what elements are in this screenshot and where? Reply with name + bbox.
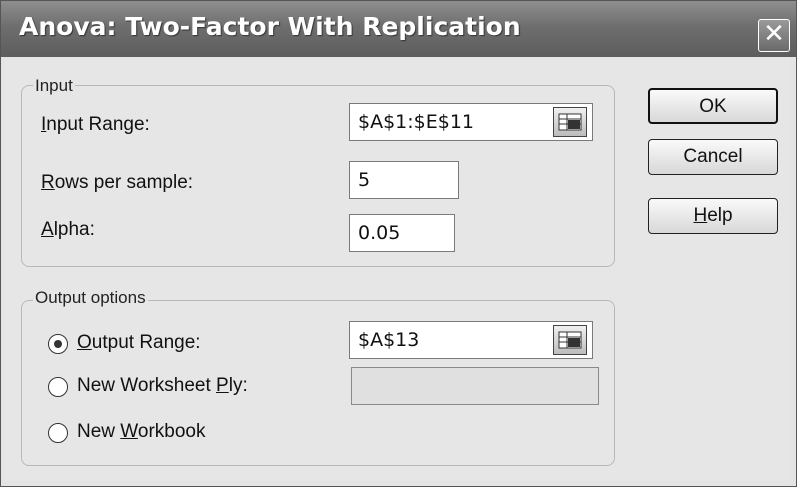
help-button[interactable]: Help [648, 198, 778, 234]
rows-per-sample-label: Rows per sample: [41, 172, 194, 193]
new-workbook-label[interactable]: New Workbook [77, 421, 206, 443]
alpha-field[interactable]: 0.05 [349, 214, 455, 252]
alpha-label: Alpha: [41, 219, 95, 240]
dialog-body: Input Input Range: $A$1:$E$11 Rows per s… [5, 57, 790, 481]
output-group-legend: Output options [33, 288, 148, 308]
output-range-label[interactable]: Output Range: [77, 332, 201, 354]
cancel-button[interactable]: Cancel [648, 139, 778, 175]
new-worksheet-label[interactable]: New Worksheet Ply: [77, 375, 248, 397]
range-select-icon [558, 113, 582, 131]
range-select-icon [558, 331, 582, 349]
title-bar[interactable]: Anova: Two-Factor With Replication ✕ [1, 1, 796, 57]
input-group-legend: Input [33, 76, 75, 96]
output-range-picker-button[interactable] [553, 325, 587, 355]
ok-button[interactable]: OK [648, 88, 778, 124]
output-range-radio[interactable] [48, 334, 68, 354]
close-button[interactable]: ✕ [758, 19, 790, 52]
new-worksheet-name-field[interactable] [351, 367, 599, 405]
anova-dialog: Anova: Two-Factor With Replication ✕ Inp… [0, 0, 797, 487]
rows-per-sample-field[interactable]: 5 [349, 161, 459, 199]
radio-selected-dot [54, 340, 62, 348]
input-range-picker-button[interactable] [553, 107, 587, 137]
input-range-label: Input Range: [41, 114, 150, 135]
new-workbook-radio[interactable] [48, 423, 68, 443]
new-worksheet-radio[interactable] [48, 377, 68, 397]
dialog-title: Anova: Two-Factor With Replication [19, 12, 521, 41]
